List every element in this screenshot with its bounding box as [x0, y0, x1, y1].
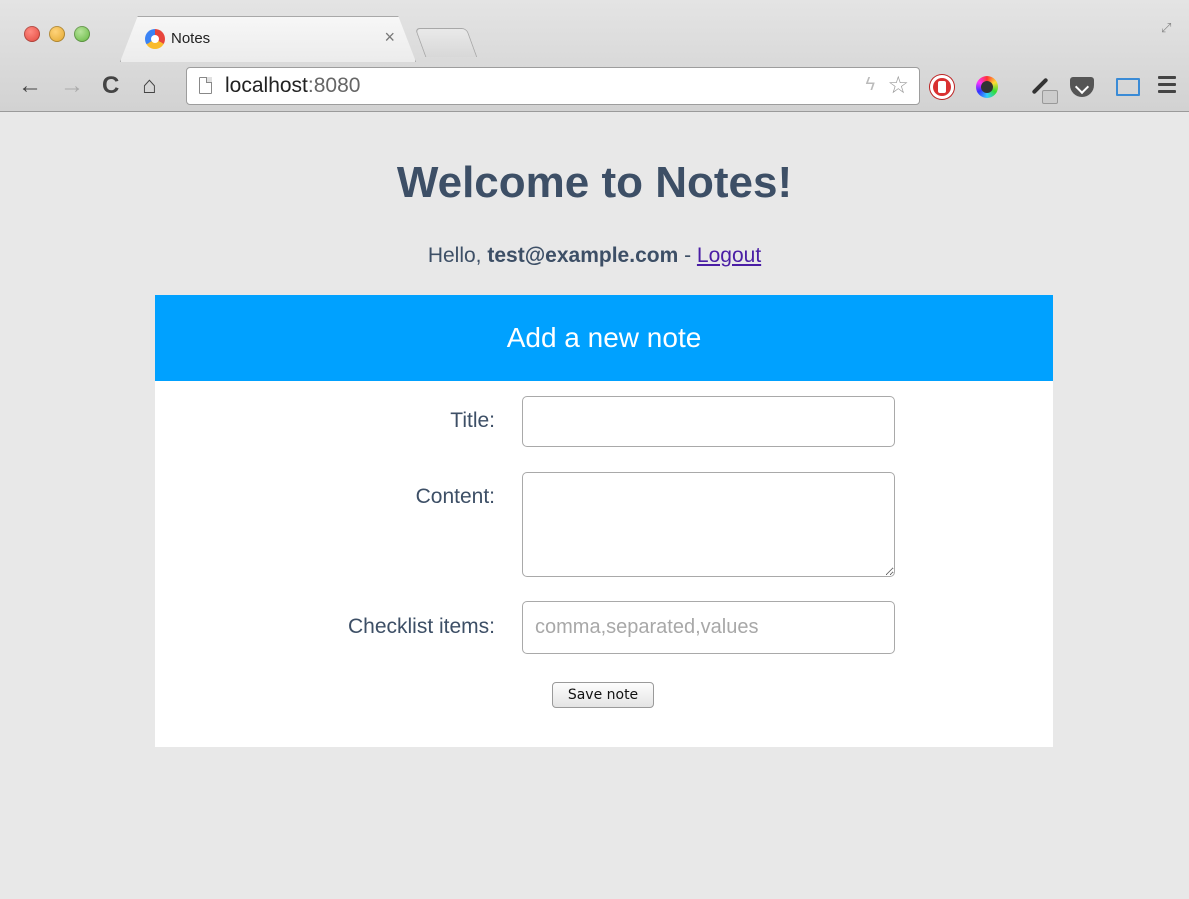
- greeting: Hello, test@example.com - Logout: [0, 244, 1189, 268]
- title-input[interactable]: [522, 396, 895, 447]
- browser-chrome: Notes × ⤢ ← → C ⌂ localhost:8080 ϟ ☆: [0, 0, 1189, 112]
- star-icon[interactable]: ☆: [887, 71, 909, 100]
- content-label: Content:: [415, 485, 495, 508]
- user-email: test@example.com: [487, 244, 679, 267]
- bolt-icon[interactable]: ϟ: [865, 74, 875, 95]
- new-tab-button[interactable]: [414, 28, 478, 57]
- home-icon[interactable]: ⌂: [142, 72, 157, 100]
- pocket-icon[interactable]: [1070, 77, 1094, 97]
- reload-icon[interactable]: C: [102, 72, 119, 100]
- window-maximize-button[interactable]: [74, 26, 90, 42]
- title-label: Title:: [450, 409, 495, 432]
- forward-arrow-icon[interactable]: →: [60, 72, 84, 100]
- greeting-separator: -: [678, 244, 697, 267]
- address-bar[interactable]: localhost:8080 ϟ ☆: [186, 67, 920, 105]
- tab-title: Notes: [171, 30, 211, 47]
- save-note-button[interactable]: Save note: [552, 682, 654, 708]
- menu-icon[interactable]: [1158, 76, 1176, 97]
- adblock-icon[interactable]: [930, 75, 954, 99]
- tab-notes[interactable]: Notes ×: [120, 16, 416, 62]
- page-icon: [199, 77, 212, 94]
- checklist-label: Checklist items:: [347, 615, 495, 638]
- tab-close-icon[interactable]: ×: [384, 27, 395, 48]
- color-picker-icon[interactable]: [976, 76, 998, 98]
- url-text[interactable]: localhost:8080: [225, 74, 360, 98]
- window-close-button[interactable]: [24, 26, 40, 42]
- fullscreen-icon[interactable]: ⤢: [1161, 20, 1175, 35]
- eyedropper-icon[interactable]: [1024, 74, 1058, 104]
- url-port: :8080: [307, 74, 361, 97]
- logout-link[interactable]: Logout: [697, 244, 761, 267]
- panel-header: Add a new note: [155, 295, 1053, 381]
- content-textarea[interactable]: [522, 472, 895, 577]
- new-note-panel: Add a new note Title: Content: Checklist…: [155, 295, 1053, 747]
- browser-toolbar: ← → C ⌂ localhost:8080 ϟ ☆: [0, 62, 1189, 112]
- back-arrow-icon[interactable]: ←: [18, 72, 42, 100]
- window-controls: [24, 26, 90, 42]
- page-title: Welcome to Notes!: [396, 158, 793, 207]
- tab-favicon-icon: [145, 29, 165, 49]
- url-host: localhost: [225, 74, 308, 97]
- greeting-prefix: Hello,: [427, 244, 488, 267]
- checklist-input[interactable]: [522, 601, 895, 654]
- window-minimize-button[interactable]: [49, 26, 65, 42]
- window-icon[interactable]: [1116, 78, 1140, 96]
